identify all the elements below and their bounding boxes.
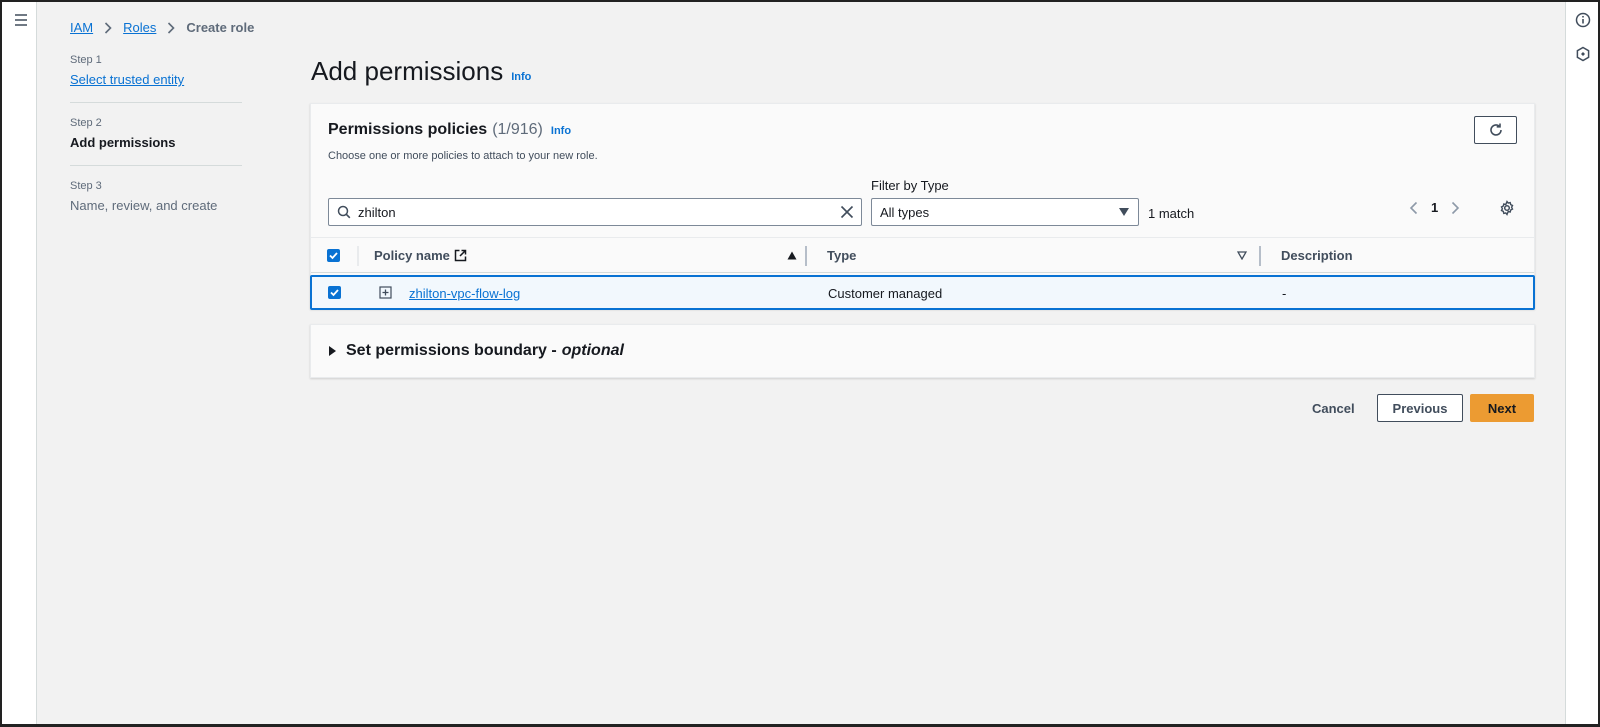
refresh-button[interactable] bbox=[1474, 116, 1517, 144]
info-circle-icon[interactable] bbox=[1575, 12, 1591, 28]
previous-button[interactable]: Previous bbox=[1377, 394, 1463, 422]
column-policy-name-label: Policy name bbox=[374, 248, 450, 263]
chevron-right-icon[interactable] bbox=[1450, 201, 1460, 215]
breadcrumb-roles[interactable]: Roles bbox=[123, 20, 156, 35]
policy-search bbox=[328, 198, 862, 226]
column-description[interactable]: Description bbox=[1281, 248, 1353, 263]
policy-type-cell: Customer managed bbox=[828, 286, 943, 301]
filter-type-select[interactable]: All types bbox=[871, 198, 1139, 226]
wizard-step-1: Step 1 Select trusted entity bbox=[70, 54, 242, 103]
wizard-step-3: Step 3 Name, review, and create bbox=[70, 180, 242, 228]
right-tools-rail bbox=[1565, 2, 1598, 724]
row-checkbox[interactable] bbox=[328, 286, 341, 299]
policy-description-cell: - bbox=[1282, 286, 1287, 301]
checkbox-checked-icon bbox=[330, 289, 339, 297]
clear-icon[interactable] bbox=[840, 205, 854, 219]
breadcrumb-current: Create role bbox=[186, 20, 255, 35]
policy-name-link[interactable]: zhilton-vpc-flow-log bbox=[409, 286, 520, 301]
panel-description: Choose one or more policies to attach to… bbox=[328, 150, 598, 162]
chevron-left-icon[interactable] bbox=[1409, 201, 1419, 215]
sort-ascending-icon[interactable] bbox=[787, 251, 797, 260]
filter-by-type-label: Filter by Type bbox=[871, 178, 949, 193]
wizard-steps: Step 1 Select trusted entity Step 2 Add … bbox=[70, 54, 242, 242]
page-title: Add permissions bbox=[311, 56, 504, 86]
chevron-right-icon bbox=[105, 21, 112, 34]
settings-icon[interactable] bbox=[1499, 200, 1515, 216]
step-number: Step 3 bbox=[70, 180, 102, 192]
boundary-optional: optional bbox=[561, 342, 624, 359]
policy-count: (1/916) bbox=[492, 121, 543, 138]
column-divider[interactable] bbox=[1259, 246, 1261, 266]
column-type[interactable]: Type bbox=[827, 248, 856, 263]
step-number: Step 2 bbox=[70, 117, 102, 129]
column-type-label: Type bbox=[827, 248, 857, 263]
column-divider[interactable] bbox=[805, 246, 807, 266]
caret-right-icon bbox=[329, 346, 336, 356]
step-number: Step 1 bbox=[70, 54, 102, 66]
policies-info-link[interactable]: Info bbox=[551, 125, 571, 137]
hexagon-icon[interactable] bbox=[1575, 46, 1591, 62]
boundary-title: Set permissions boundary - bbox=[346, 342, 557, 359]
permissions-boundary-expander[interactable]: Set permissions boundary - optional bbox=[310, 324, 1535, 378]
table-header: Policy name Type Description bbox=[311, 237, 1534, 273]
panel-title-text: Permissions policies bbox=[328, 121, 488, 138]
search-input[interactable] bbox=[358, 204, 840, 220]
page-info-link[interactable]: Info bbox=[511, 71, 531, 83]
pagination: 1 bbox=[1409, 200, 1460, 215]
page-number[interactable]: 1 bbox=[1431, 200, 1438, 215]
table-row[interactable]: zhilton-vpc-flow-log Customer managed - bbox=[310, 275, 1535, 310]
filter-type-value: All types bbox=[880, 204, 930, 220]
caret-down-icon bbox=[1119, 208, 1129, 216]
external-link-icon bbox=[454, 249, 467, 262]
step-add-permissions: Add permissions bbox=[70, 135, 176, 150]
page-heading: Add permissions Info bbox=[311, 56, 531, 87]
step-name-review-create: Name, review, and create bbox=[70, 198, 218, 213]
cancel-button[interactable]: Cancel bbox=[1302, 394, 1365, 422]
menu-icon[interactable] bbox=[13, 12, 29, 28]
chevron-right-icon bbox=[168, 21, 176, 34]
column-description-label: Description bbox=[1281, 248, 1353, 263]
permissions-policies-panel: Permissions policies (1/916) Info Choose… bbox=[310, 103, 1535, 310]
expand-icon[interactable] bbox=[379, 286, 392, 299]
left-navigation-rail bbox=[2, 2, 37, 724]
refresh-icon bbox=[1489, 123, 1502, 136]
match-count: 1 match bbox=[1148, 206, 1195, 221]
checkbox-checked-icon bbox=[329, 252, 338, 260]
next-button[interactable]: Next bbox=[1470, 394, 1534, 422]
search-icon bbox=[337, 205, 351, 219]
wizard-step-2: Step 2 Add permissions bbox=[70, 117, 242, 166]
select-all-checkbox[interactable] bbox=[327, 249, 340, 262]
breadcrumb: IAM Roles Create role bbox=[70, 20, 254, 35]
breadcrumb-iam[interactable]: IAM bbox=[70, 20, 93, 35]
sort-descending-icon[interactable] bbox=[1237, 251, 1247, 260]
panel-title: Permissions policies (1/916) Info bbox=[328, 121, 571, 139]
column-policy-name[interactable]: Policy name bbox=[374, 248, 467, 263]
column-divider bbox=[357, 246, 359, 266]
step-select-trusted-entity-link[interactable]: Select trusted entity bbox=[70, 72, 242, 87]
